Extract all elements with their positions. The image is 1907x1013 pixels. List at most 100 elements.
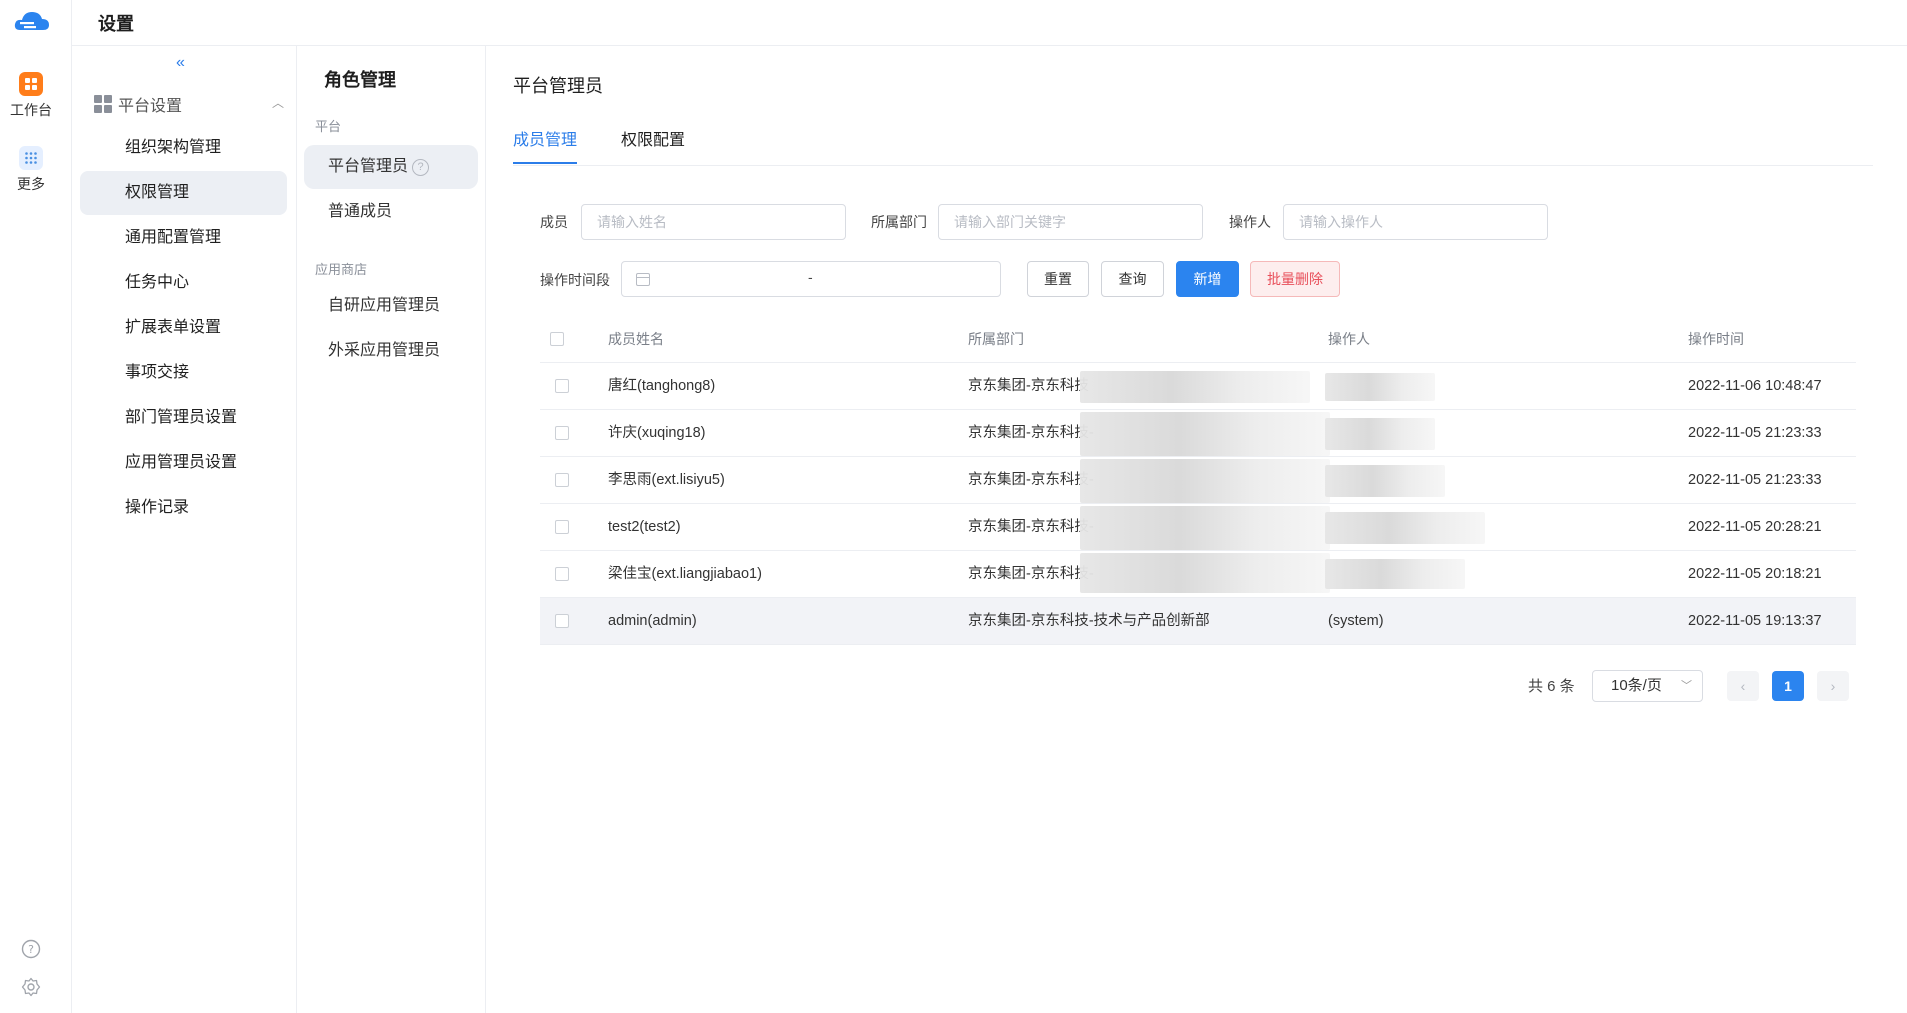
table-row[interactable]: admin(admin) 京东集团-京东科技-技术与产品创新部 (system)… (540, 598, 1856, 645)
member-name: admin(admin) (608, 613, 697, 629)
redacted-blur (1080, 371, 1310, 403)
page-size-select[interactable]: 10条/页 ﹀ (1592, 670, 1703, 702)
table-row[interactable]: 唐红(tanghong8) 京东集团-京东科技 2022-11-06 10:48… (540, 363, 1856, 410)
sidebar-item-dept-admin[interactable]: 部门管理员设置 (80, 396, 287, 440)
pagination-total: 共 6 条 (1528, 678, 1575, 695)
operator-search-field[interactable] (1283, 204, 1548, 240)
redacted-blur (1325, 512, 1485, 544)
reset-button[interactable]: 重置 (1027, 261, 1089, 297)
redacted-blur (1080, 459, 1330, 503)
table-row[interactable]: 梁佳宝(ext.liangjiabao1) 京东集团-京东科技- 2022-11… (540, 551, 1856, 598)
role-item-self-app-admin[interactable]: 自研应用管理员 (304, 284, 478, 328)
member-time: 2022-11-05 20:18:21 (1688, 566, 1822, 582)
time-filter-label: 操作时间段 (540, 272, 610, 288)
help-icon[interactable]: ? (20, 938, 42, 960)
member-time: 2022-11-05 20:28:21 (1688, 519, 1822, 535)
sidebar-item-app-admin[interactable]: 应用管理员设置 (80, 441, 287, 485)
member-dept: 京东集团-京东科技-技术与产品创新部 (968, 613, 1210, 629)
next-page-button[interactable]: › (1817, 671, 1849, 701)
dept-search-field[interactable] (938, 204, 1203, 240)
member-time: 2022-11-06 10:48:47 (1688, 378, 1822, 394)
dept-search-input[interactable] (939, 205, 1202, 239)
row-checkbox[interactable] (555, 426, 569, 440)
help-tooltip-icon[interactable]: ? (412, 159, 430, 176)
row-checkbox[interactable] (555, 473, 569, 487)
row-checkbox[interactable] (555, 614, 569, 628)
page-title: 平台管理员 (513, 76, 603, 96)
rail-item-more[interactable]: 更多 (0, 146, 62, 194)
role-section-app-store: 应用商店 (315, 262, 368, 277)
dept-filter-label: 所属部门 (871, 214, 927, 230)
tab-members[interactable]: 成员管理 (513, 126, 578, 164)
member-filter-label: 成员 (540, 214, 568, 230)
member-name: 李思雨(ext.lisiyu5) (608, 472, 725, 488)
sidebar-item-permissions[interactable]: 权限管理 (80, 171, 287, 215)
more-apps-icon (19, 146, 43, 170)
calendar-icon (636, 272, 650, 286)
member-dept: 京东集团-京东科技- (968, 472, 1094, 488)
sidebar-item-operation-log[interactable]: 操作记录 (80, 486, 287, 530)
collapse-sidebar-icon[interactable]: « (176, 54, 185, 72)
date-range-separator: - (808, 269, 813, 285)
settings-icon[interactable] (20, 976, 42, 998)
role-item-purchased-app-admin[interactable]: 外采应用管理员 (304, 329, 478, 373)
top-bar: 设置 (72, 0, 1907, 46)
table-row[interactable]: 李思雨(ext.lisiyu5) 京东集团-京东科技- 2022-11-05 2… (540, 457, 1856, 504)
cloud-logo-icon[interactable] (12, 8, 52, 38)
chevron-up-icon: ︿ (271, 96, 284, 110)
sidebar-group-platform-settings[interactable]: 平台设置 ︿ (94, 92, 284, 116)
row-checkbox[interactable] (555, 567, 569, 581)
add-button[interactable]: 新增 (1176, 261, 1239, 297)
redacted-blur (1080, 412, 1330, 456)
column-header-operator: 操作人 (1328, 331, 1370, 347)
member-time: 2022-11-05 21:23:33 (1688, 472, 1822, 488)
row-checkbox[interactable] (555, 379, 569, 393)
tab-bar: 成员管理 权限配置 (513, 126, 1873, 166)
rail-item-label: 更多 (17, 176, 45, 192)
redacted-blur (1080, 506, 1330, 550)
redacted-blur (1325, 418, 1435, 450)
member-dept: 京东集团-京东科技- (968, 566, 1094, 582)
table-header: 成员姓名 所属部门 操作人 操作时间 (540, 316, 1856, 363)
role-nav-heading: 角色管理 (324, 70, 396, 90)
batch-delete-button[interactable]: 批量删除 (1250, 261, 1340, 297)
member-dept: 京东集团-京东科技- (968, 425, 1094, 441)
row-checkbox[interactable] (555, 520, 569, 534)
member-name: test2(test2) (608, 519, 681, 535)
operator-search-input[interactable] (1284, 205, 1547, 239)
column-header-time: 操作时间 (1688, 331, 1744, 347)
svg-text:?: ? (28, 943, 34, 956)
sidebar-item-extended-forms[interactable]: 扩展表单设置 (80, 306, 287, 350)
member-time: 2022-11-05 19:13:37 (1688, 613, 1822, 629)
redacted-blur (1080, 553, 1330, 593)
member-name: 唐红(tanghong8) (608, 378, 716, 394)
sidebar-item-handover[interactable]: 事项交接 (80, 351, 287, 395)
member-search-field[interactable] (581, 204, 846, 240)
member-dept: 京东集团-京东科技- (968, 519, 1094, 535)
role-section-platform: 平台 (315, 119, 342, 134)
role-item-platform-admin[interactable]: 平台管理员? (304, 145, 478, 189)
date-range-picker[interactable]: - (621, 261, 1001, 297)
prev-page-button[interactable]: ‹ (1727, 671, 1759, 701)
members-table: 成员姓名 所属部门 操作人 操作时间 唐红(tanghong8) 京东集团-京东… (540, 316, 1856, 645)
sidebar-item-org-structure[interactable]: 组织架构管理 (80, 126, 287, 170)
member-dept: 京东集团-京东科技 (968, 378, 1089, 394)
member-name: 许庆(xuqing18) (608, 425, 706, 441)
table-row[interactable]: 许庆(xuqing18) 京东集团-京东科技- 2022-11-05 21:23… (540, 410, 1856, 457)
table-row[interactable]: test2(test2) 京东集团-京东科技- 2022-11-05 20:28… (540, 504, 1856, 551)
member-operator: (system) (1328, 613, 1384, 629)
settings-sidebar: « 平台设置 ︿ 组织架构管理 权限管理 通用配置管理 任务中心 扩展表单设置 … (72, 46, 297, 1013)
query-button[interactable]: 查询 (1101, 261, 1164, 297)
select-all-checkbox[interactable] (550, 332, 564, 346)
role-item-member[interactable]: 普通成员 (304, 190, 478, 234)
role-sidebar: 角色管理 平台 平台管理员? 普通成员 应用商店 自研应用管理员 外采应用管理员 (297, 46, 486, 1013)
sidebar-item-task-center[interactable]: 任务中心 (80, 261, 287, 305)
member-time: 2022-11-05 21:23:33 (1688, 425, 1822, 441)
sidebar-item-general-config[interactable]: 通用配置管理 (80, 216, 287, 260)
page-button-current[interactable]: 1 (1772, 671, 1804, 701)
member-name: 梁佳宝(ext.liangjiabao1) (608, 566, 762, 582)
member-search-input[interactable] (582, 205, 845, 239)
app-rail: 工作台 更多 ? (0, 0, 72, 1013)
rail-item-workbench[interactable]: 工作台 (0, 72, 62, 120)
tab-permissions[interactable]: 权限配置 (621, 126, 685, 164)
